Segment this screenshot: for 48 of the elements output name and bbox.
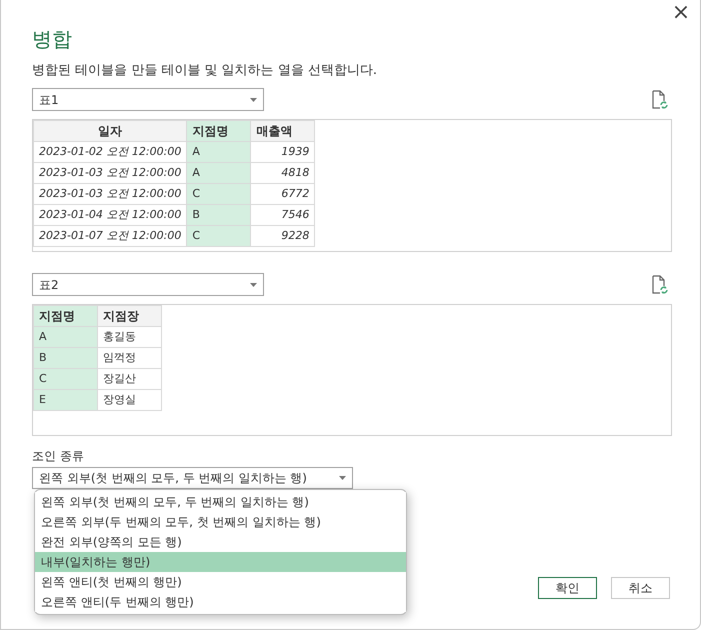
dialog-description: 병합된 테이블을 만들 테이블 및 일치하는 열을 선택합니다. bbox=[32, 62, 378, 80]
table-dropdown[interactable]: 표2 bbox=[32, 273, 264, 296]
table-cell: 장길산 bbox=[98, 368, 162, 390]
join-type-dropdown[interactable]: 왼쪽 외부(첫 번째의 모두, 두 번째의 일치하는 행) bbox=[32, 467, 353, 489]
table-cell: 2023-01-03 오전 12:00:00 bbox=[34, 184, 187, 204]
ok-button[interactable]: 확인 bbox=[538, 577, 597, 599]
table-cell: B bbox=[186, 204, 251, 226]
cancel-button[interactable]: 취소 bbox=[611, 577, 670, 599]
refresh-document-icon[interactable] bbox=[652, 90, 668, 110]
join-type-option[interactable]: 오른쪽 외부(두 번째의 모두, 첫 번째의 일치하는 행) bbox=[35, 512, 406, 532]
join-type-option[interactable]: 오른쪽 앤티(두 번째의 행만) bbox=[35, 592, 406, 612]
table-cell: 장영실 bbox=[98, 390, 162, 410]
caret-icon bbox=[339, 476, 346, 480]
table-cell: B bbox=[34, 348, 98, 368]
column-header[interactable]: 지점명 bbox=[186, 120, 251, 142]
caret-icon bbox=[250, 98, 257, 102]
table-cell: 6772 bbox=[250, 184, 315, 204]
join-type-label: 조인 종류 bbox=[32, 448, 84, 464]
table-cell: C bbox=[186, 226, 251, 246]
join-type-option[interactable]: 내부(일치하는 행만) bbox=[35, 552, 406, 572]
join-type-option[interactable]: 왼쪽 앤티(첫 번째의 행만) bbox=[35, 572, 406, 592]
table-dropdown[interactable]: 표1 bbox=[32, 88, 264, 111]
column-header[interactable]: 지점명 bbox=[34, 306, 98, 326]
join-type-option[interactable]: 왼쪽 외부(첫 번째의 모두, 두 번째의 일치하는 행) bbox=[35, 492, 406, 512]
table-cell: E bbox=[34, 390, 98, 410]
caret-icon bbox=[250, 282, 257, 286]
column-header[interactable]: 매출액 bbox=[250, 120, 315, 142]
table-cell: 임꺽정 bbox=[98, 348, 162, 368]
join-type-option[interactable]: 완전 외부(양쪽의 모든 행) bbox=[35, 532, 406, 552]
column-header[interactable]: 일자 bbox=[34, 120, 187, 142]
table-cell: 2023-01-02 오전 12:00:00 bbox=[34, 142, 187, 162]
table-cell: C bbox=[186, 184, 251, 204]
table-cell: 1939 bbox=[250, 142, 315, 162]
table-cell: A bbox=[34, 326, 98, 348]
column-header[interactable]: 지점장 bbox=[98, 306, 162, 326]
table-cell: 2023-01-04 오전 12:00:00 bbox=[34, 204, 187, 226]
table-cell: 7546 bbox=[250, 204, 315, 226]
refresh-document-icon[interactable] bbox=[652, 274, 668, 294]
table-cell: 2023-01-03 오전 12:00:00 bbox=[34, 162, 187, 184]
table-cell: C bbox=[34, 368, 98, 390]
table-cell: A bbox=[186, 162, 251, 184]
close-button[interactable]: × bbox=[668, 0, 694, 26]
table-cell: A bbox=[186, 142, 251, 162]
table-cell: 2023-01-07 오전 12:00:00 bbox=[34, 226, 187, 246]
dialog-title: 병합 bbox=[32, 26, 72, 53]
table-cell: 4818 bbox=[250, 162, 315, 184]
table-cell: 홍길동 bbox=[98, 326, 162, 348]
table-cell: 9228 bbox=[250, 226, 315, 246]
